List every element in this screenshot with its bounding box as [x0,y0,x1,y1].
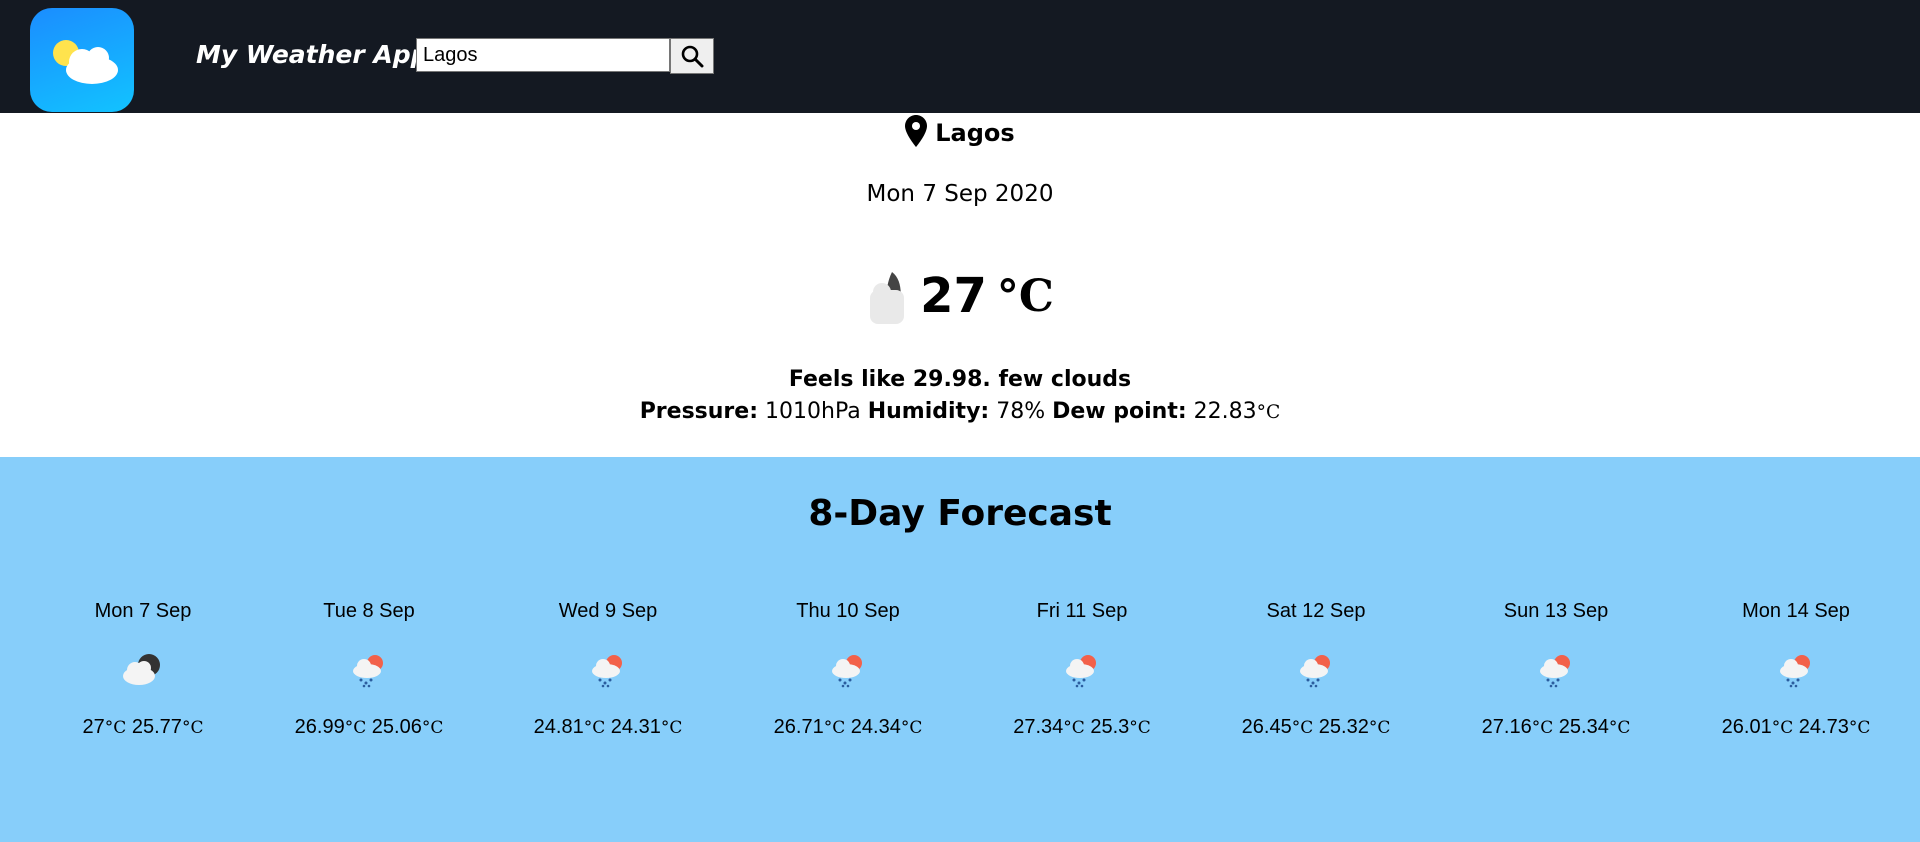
few-clouds-night-icon [870,272,905,324]
forecast-high-unit: °C [1291,718,1314,738]
pressure-value: 1010hPa [765,399,861,424]
forecast-day-label: Mon 7 Sep [94,600,192,622]
forecast-high: 26.71 [773,716,824,738]
partly-cloudy-icon [53,40,118,84]
forecast-high-unit: °C [1771,718,1794,738]
current-date: Mon 7 Sep 2020 [866,181,1054,207]
forecast-temperatures: 26.99°C 25.06°C [269,716,469,739]
forecast-low-unit: °C [181,718,204,738]
forecast-temperatures: 27.16°C 25.34°C [1456,716,1656,739]
forecast-low-unit: °C [1848,718,1871,738]
rain-sun-icon [269,652,469,688]
rain-sun-icon [1696,652,1896,688]
forecast-low: 25.3 [1090,716,1130,738]
rain-sun-icon [1456,652,1656,688]
forecast-section: 8-Day Forecast Mon 7 Sep 27°C 25.77°C Tue … [0,457,1920,842]
forecast-high-unit: °C [1063,718,1085,738]
forecast-day: Sat 12 Sep 26.45°C 25.32°C [1216,600,1416,739]
forecast-temperatures: 27.34°C 25.3°C [982,716,1182,739]
forecast-temperatures: 26.01°C 24.73°C [1696,716,1896,739]
forecast-high: 26.45 [1241,716,1292,738]
forecast-day-label: Sun 13 Sep [1503,600,1609,622]
search-input[interactable] [416,38,670,72]
rain-sun-icon [748,652,948,688]
temperature-unit: °C [996,270,1054,322]
location: Lagos [0,115,1920,147]
app-name[interactable]: My Weather App [196,40,429,69]
temperature-value: 27 [920,268,987,324]
location-name: Lagos [935,119,1015,147]
search-form [416,38,714,74]
forecast-day: Fri 11 Sep 27.34°C 25.3°C [982,600,1182,739]
forecast-low-unit: °C [1129,718,1151,738]
magnifier-icon [681,45,704,68]
navbar: My Weather App [0,0,1920,113]
forecast-low-unit: °C [1608,718,1631,738]
rain-sun-icon [982,652,1182,688]
feels-like: Feels like 29.98. few clouds [788,367,1132,392]
current-temperature: 27 °C [0,268,1920,324]
forecast-day-label: Wed 9 Sep [558,600,658,622]
humidity-label: Humidity: [867,399,990,424]
current-weather: Lagos Mon 7 Sep 2020 27 °C Feels like 29.… [0,113,1920,457]
forecast-low: 25.32 [1318,716,1369,738]
weather-details: Pressure: 1010hPa Humidity: 78% Dew poin… [0,399,1920,424]
forecast-day-label: Thu 10 Sep [796,600,900,622]
map-pin-icon [905,115,928,147]
forecast-high: 24.81 [533,716,584,738]
humidity-value: 78% [996,399,1046,424]
app-logo[interactable] [30,8,134,112]
dew-point-value: 22.83 [1193,399,1257,424]
forecast-day-label: Tue 8 Sep [323,600,415,622]
forecast-low: 25.34 [1558,716,1609,738]
forecast-low: 25.77 [131,716,182,738]
forecast-day: Sun 13 Sep 27.16°C 25.34°C [1456,600,1656,739]
forecast-temperatures: 27°C 25.77°C [43,716,243,739]
forecast-low-unit: °C [1368,718,1391,738]
forecast-low-unit: °C [421,718,444,738]
dew-point-unit: °C [1256,402,1281,423]
forecast-high: 27.16 [1481,716,1532,738]
forecast-day-label: Fri 11 Sep [1036,600,1128,622]
forecast-high: 27.34 [1013,716,1064,738]
forecast-low: 25.06 [371,716,422,738]
forecast-day: Wed 9 Sep 24.81°C 24.31°C [508,600,708,739]
forecast-temperatures: 26.45°C 25.32°C [1216,716,1416,739]
search-button[interactable] [670,38,714,74]
forecast-day: Tue 8 Sep 26.99°C 25.06°C [269,600,469,739]
forecast-high: 26.01 [1721,716,1772,738]
forecast-high-unit: °C [344,718,367,738]
forecast-high: 26.99 [294,716,345,738]
pressure-label: Pressure: [639,399,759,424]
forecast-temperatures: 26.71°C 24.34°C [748,716,948,739]
forecast-high-unit: °C [823,718,846,738]
forecast-high-unit: °C [1531,718,1554,738]
forecast-low: 24.31 [610,716,661,738]
forecast-high-unit: °C [104,718,127,738]
forecast-high: 27 [82,716,105,738]
forecast-low: 24.73 [1798,716,1849,738]
forecast-high-unit: °C [583,718,606,738]
rain-sun-icon [508,652,708,688]
forecast-day: Mon 14 Sep 26.01°C 24.73°C [1696,600,1896,739]
forecast-low-unit: °C [900,718,923,738]
forecast-day: Thu 10 Sep 26.71°C 24.34°C [748,600,948,739]
rain-sun-icon [1216,652,1416,688]
cloud-moon-icon [43,652,243,688]
forecast-title: 8-Day Forecast [808,493,1112,534]
forecast-low: 24.34 [850,716,901,738]
forecast-day-label: Mon 14 Sep [1742,600,1850,622]
forecast-day: Mon 7 Sep 27°C 25.77°C [43,600,243,739]
forecast-temperatures: 24.81°C 24.31°C [508,716,708,739]
forecast-day-label: Sat 12 Sep [1266,600,1366,622]
dew-point-label: Dew point: [1052,399,1187,424]
forecast-low-unit: °C [660,718,683,738]
